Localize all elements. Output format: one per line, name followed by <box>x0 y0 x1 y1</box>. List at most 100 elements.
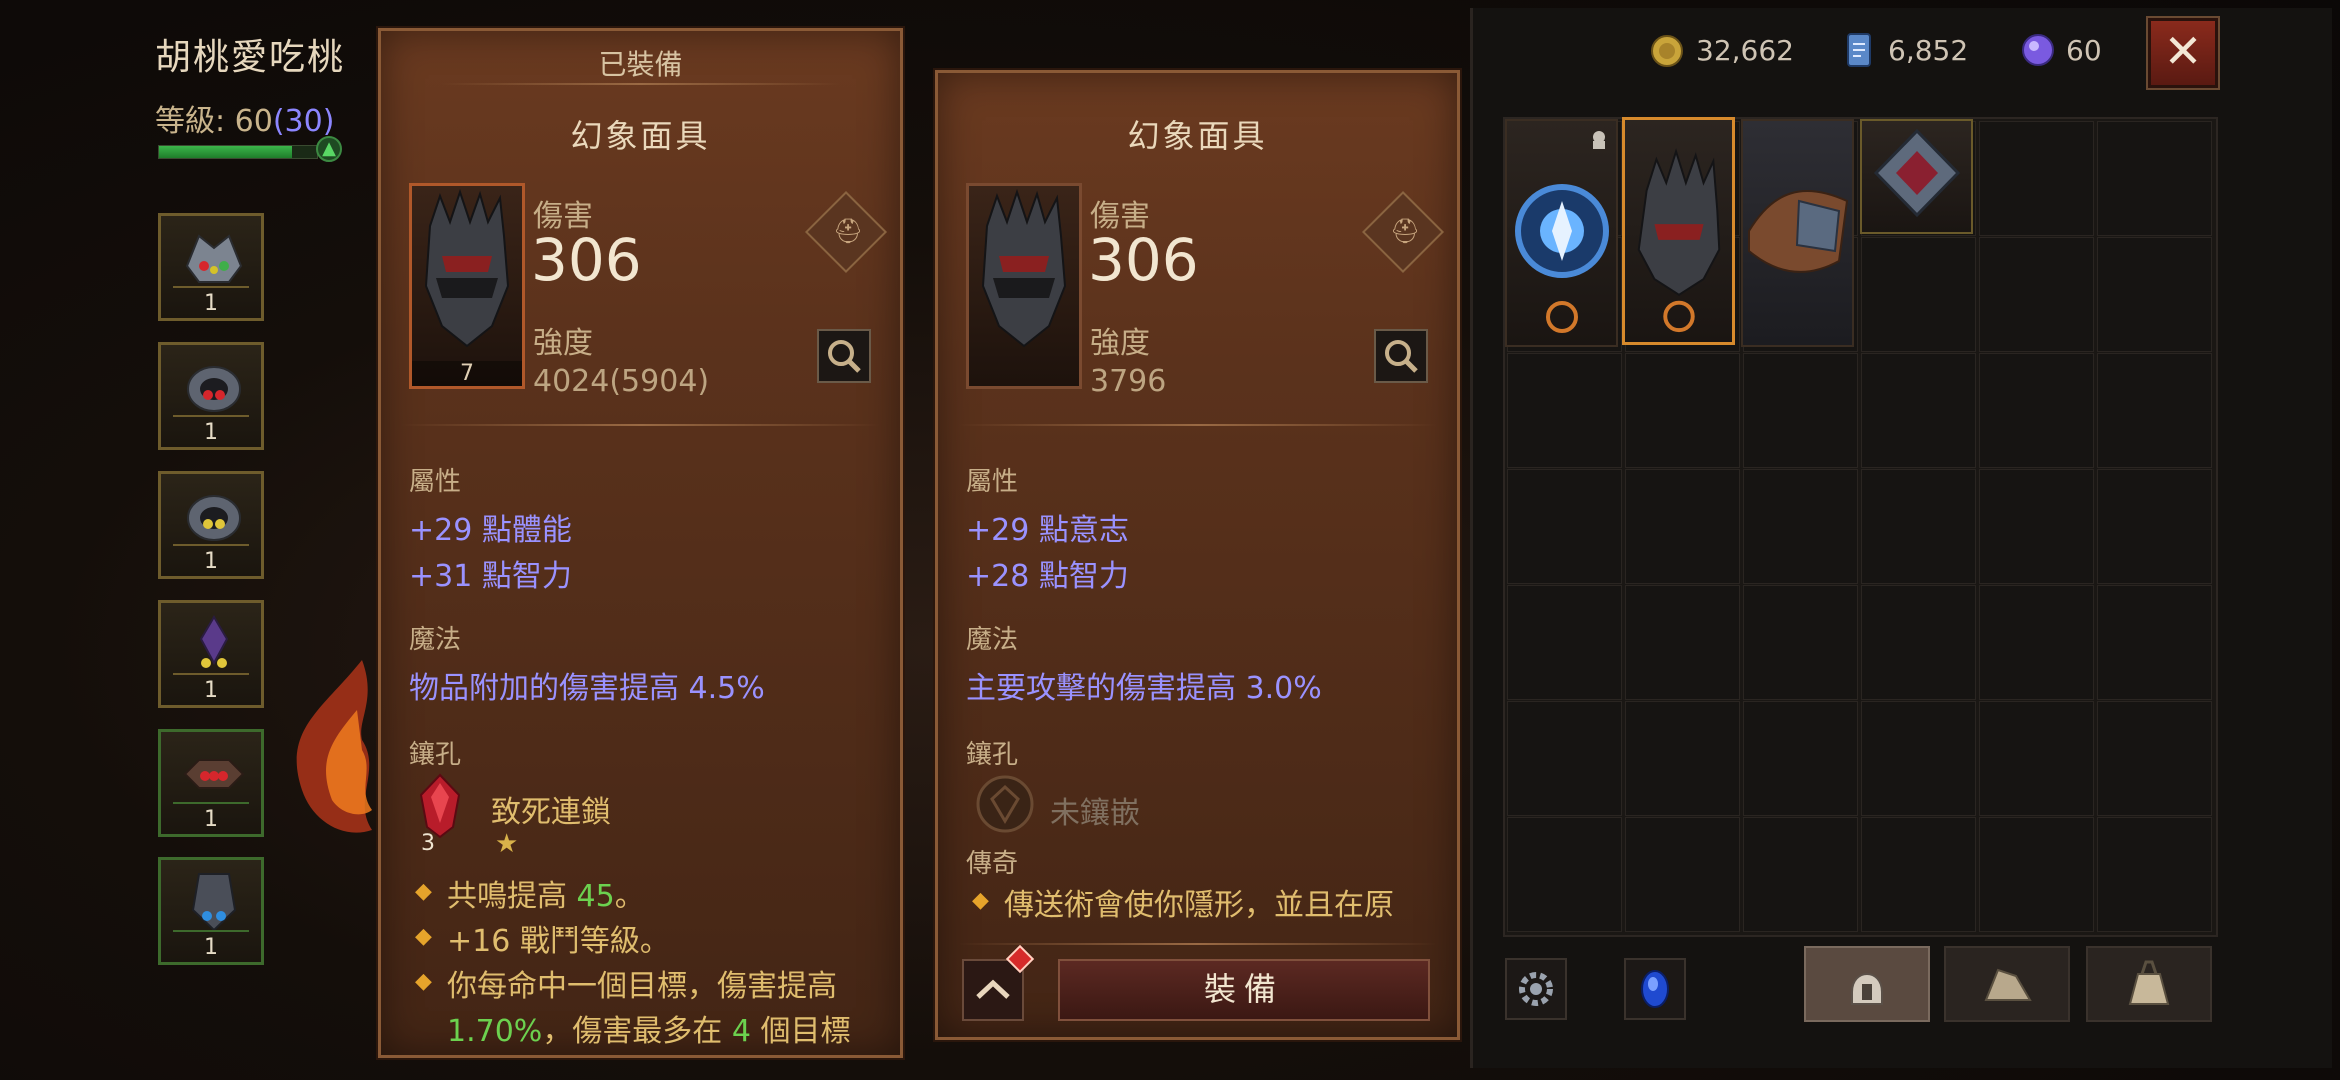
ring-gear-icon <box>187 495 241 541</box>
inventory-cell[interactable] <box>2097 237 2212 352</box>
magic-label: 魔法 <box>409 625 462 655</box>
gear-slot-ring-1[interactable]: 1 <box>158 342 264 450</box>
inventory-cell[interactable] <box>1861 469 1976 584</box>
gem-button[interactable] <box>1624 958 1686 1020</box>
settings-button[interactable] <box>1505 958 1567 1020</box>
inventory-cell[interactable] <box>1861 353 1976 468</box>
strength-label: 強度 <box>533 326 593 361</box>
item-icon-box[interactable] <box>966 183 1082 389</box>
helm-gear-icon <box>191 873 237 932</box>
inventory-cell[interactable] <box>1979 817 2094 932</box>
slot-qty: 1 <box>204 420 218 445</box>
magnify-icon <box>828 340 861 373</box>
gear-slot-bracer[interactable]: 1 <box>158 729 264 837</box>
bullet-icon: ◆ <box>415 969 432 994</box>
inventory-cell[interactable] <box>1507 817 1622 932</box>
tab-materials[interactable] <box>1944 946 2070 1022</box>
level-up-icon[interactable]: ▲ <box>316 136 342 162</box>
inventory-item-bracer[interactable] <box>1741 119 1854 347</box>
inventory-cell[interactable] <box>2097 701 2212 816</box>
inspect-button[interactable] <box>1374 329 1428 383</box>
inventory-cell[interactable] <box>1743 469 1858 584</box>
inventory-cell[interactable] <box>1507 701 1622 816</box>
inventory-cell[interactable] <box>1507 469 1622 584</box>
attr-2: +28 點智力 <box>966 559 1129 594</box>
amulet-gear-icon <box>199 615 229 668</box>
inventory-cell[interactable] <box>1979 469 2094 584</box>
amulet-gear-icon <box>1873 128 1961 218</box>
bracer-gear-icon <box>183 759 245 789</box>
inventory-cell[interactable] <box>1625 817 1740 932</box>
inventory-cell[interactable] <box>1507 353 1622 468</box>
slot-qty: 1 <box>204 549 218 574</box>
inventory-cell[interactable] <box>1625 469 1740 584</box>
item-name: 幻象面具 <box>570 117 711 155</box>
inventory-item-shield[interactable] <box>1505 119 1618 347</box>
bag-tab-icon <box>2128 960 2170 1005</box>
attr-1: +29 點體能 <box>409 513 572 548</box>
strength-value: 4024(5904) <box>533 364 710 399</box>
inventory-cell[interactable] <box>1979 237 2094 352</box>
inventory-cell[interactable] <box>1743 585 1858 700</box>
inventory-cell[interactable] <box>1861 817 1976 932</box>
inventory-cell[interactable] <box>2097 121 2212 236</box>
inventory-cell[interactable] <box>1743 353 1858 468</box>
close-button[interactable]: ✕ <box>2146 16 2220 90</box>
gem-name: 致死連鎖 <box>491 795 611 830</box>
helm-tab-icon <box>1851 973 1883 1005</box>
gear-slot-helm-2[interactable]: 1 <box>158 857 264 965</box>
inventory-cell[interactable] <box>2097 817 2212 932</box>
inventory-item-mask-selected[interactable] <box>1622 117 1735 345</box>
empty-socket-icon <box>976 775 1034 833</box>
winged-bracer-icon <box>1748 190 1849 273</box>
gear-slot-amulet[interactable]: 1 <box>158 600 264 708</box>
gold-coin-icon <box>1651 35 1683 67</box>
inventory-cell[interactable] <box>1979 121 2094 236</box>
inventory-cell[interactable] <box>1979 585 2094 700</box>
inventory-cell[interactable] <box>1861 701 1976 816</box>
mask-helm-icon <box>424 188 510 348</box>
inventory-cell[interactable] <box>1625 701 1740 816</box>
attr-label: 屬性 <box>409 467 462 497</box>
inventory-item-amulet[interactable] <box>1860 119 1973 234</box>
inventory-cell[interactable] <box>1743 701 1858 816</box>
character-name: 胡桃愛吃桃 <box>155 37 346 78</box>
inventory-cell[interactable] <box>2097 353 2212 468</box>
gem-effect-2: +16 戰鬥等級。 <box>447 924 670 959</box>
equip-button[interactable]: 裝備 <box>1058 959 1430 1021</box>
magic-affix: 主要攻擊的傷害提高 3.0% <box>966 671 1322 706</box>
inventory-cell[interactable] <box>1979 353 2094 468</box>
close-icon: ✕ <box>2163 24 2203 78</box>
inventory-cell[interactable] <box>1743 817 1858 932</box>
gem-effect-4: 1.70%，傷害最多在 4 個目標 <box>447 1014 851 1049</box>
inventory-cell[interactable] <box>1625 585 1740 700</box>
xp-bar <box>158 145 318 159</box>
inventory-cell[interactable] <box>1979 701 2094 816</box>
item-icon-box[interactable]: 7 <box>409 183 525 389</box>
inventory-cell[interactable] <box>1507 585 1622 700</box>
helm-gear-icon <box>185 234 243 283</box>
inventory-cell[interactable] <box>1861 585 1976 700</box>
attr-1: +29 點意志 <box>966 513 1129 548</box>
tab-bag[interactable] <box>2086 946 2212 1022</box>
inventory-cell[interactable] <box>2097 585 2212 700</box>
inventory-cell[interactable] <box>1861 237 1976 352</box>
mask-helm-icon <box>1637 148 1721 333</box>
socket-empty: 未鑲嵌 <box>1050 796 1140 831</box>
magic-label: 魔法 <box>966 625 1019 655</box>
inventory-cell[interactable] <box>2097 469 2212 584</box>
equipped-header: 已裝備 <box>598 48 683 81</box>
item-type-helm-icon: ⛑ <box>804 190 888 274</box>
orb-shield-icon <box>1515 131 1609 333</box>
mask-helm-icon <box>981 188 1067 348</box>
inspect-button[interactable] <box>817 329 871 383</box>
tab-equipment[interactable] <box>1804 946 1930 1022</box>
inventory-cell[interactable] <box>1625 353 1740 468</box>
gear-slot-helm[interactable]: 1 <box>158 213 264 321</box>
orb-amount: 60 <box>2066 34 2102 67</box>
equipped-item-panel: 已裝備 幻象面具 7 傷害 306 強度 4024(5904) ⛑ 屬性 +29… <box>378 28 903 1058</box>
character-level: 等級: 60(30) <box>155 104 335 139</box>
star-icon: ★ <box>495 829 519 859</box>
gem-rank: 3 <box>421 831 435 856</box>
gear-slot-ring-2[interactable]: 1 <box>158 471 264 579</box>
